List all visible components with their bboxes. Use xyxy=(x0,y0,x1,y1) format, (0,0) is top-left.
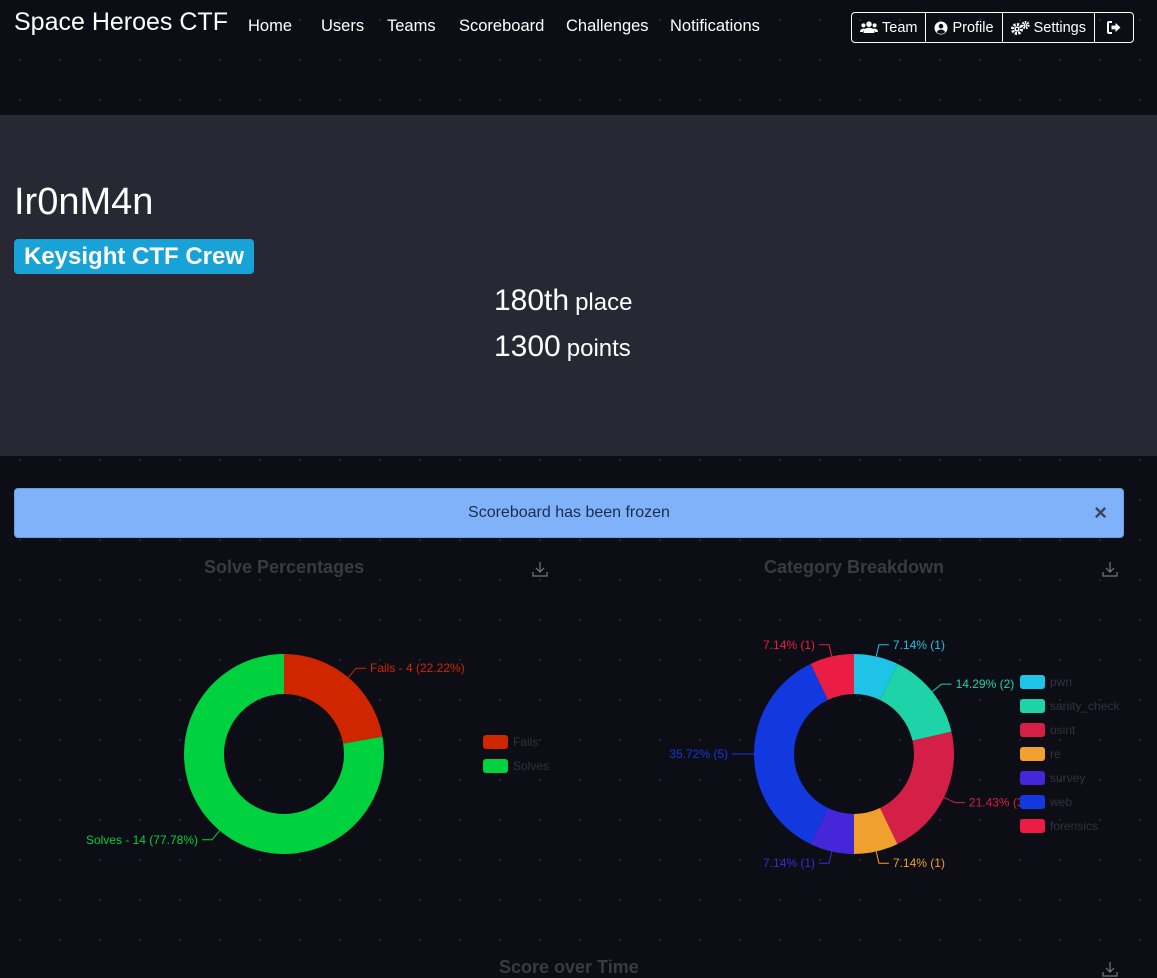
leader-line-osint xyxy=(943,796,965,804)
legend-label-survey[interactable]: survey xyxy=(1050,771,1085,785)
nav-teams[interactable]: Teams xyxy=(387,17,436,36)
data-label-pwn: 7.14% (1) xyxy=(893,638,945,652)
legend-label-re[interactable]: re xyxy=(1050,747,1061,761)
user-button-group: Team Profile Settings xyxy=(851,12,1134,43)
gears-icon xyxy=(1010,20,1030,35)
data-label-sanity-check: 14.29% (2) xyxy=(956,677,1015,691)
leader-line-sanity-check xyxy=(931,683,952,693)
nav-challenges[interactable]: Challenges xyxy=(566,17,649,36)
data-label-web: 35.72% (5) xyxy=(669,747,728,761)
team-button[interactable]: Team xyxy=(852,13,927,42)
legend-swatch-fails[interactable] xyxy=(483,735,508,749)
place-label: place xyxy=(575,289,633,316)
data-label-solves: Solves - 14 (77.78%) xyxy=(86,833,198,847)
team-button-label: Team xyxy=(882,19,918,36)
legend-swatch-pwn[interactable] xyxy=(1020,675,1045,689)
legend-swatch-re[interactable] xyxy=(1020,747,1045,761)
leader-line-solves xyxy=(202,830,221,841)
team-badge[interactable]: Keysight CTF Crew xyxy=(14,239,255,274)
username: Ir0nM4n xyxy=(14,181,154,223)
solve-percentages-chart: Fails - 4 (22.22%) Solves - 14 (77.78%) Fa… xyxy=(86,654,549,854)
data-label-survey: 7.14% (1) xyxy=(763,856,815,870)
data-label-re: 7.14% (1) xyxy=(893,856,945,870)
leader-line-fails xyxy=(347,667,366,678)
points-stat: 1300 points xyxy=(494,330,631,364)
nav-users[interactable]: Users xyxy=(321,17,364,36)
nav-scoreboard[interactable]: Scoreboard xyxy=(459,17,544,36)
data-label-osint: 21.43% (3) xyxy=(969,796,1028,810)
user-circle-icon xyxy=(934,21,948,34)
alert-message: Scoreboard has been frozen xyxy=(468,504,670,521)
legend-swatch-forensics[interactable] xyxy=(1020,819,1045,833)
legend-label-pwn[interactable]: pwn xyxy=(1050,675,1072,689)
legend-label-osint[interactable]: osint xyxy=(1050,723,1076,737)
points-value: 1300 xyxy=(494,330,561,363)
sign-out-icon xyxy=(1106,21,1121,34)
profile-button-label: Profile xyxy=(952,19,994,36)
alert-close-button[interactable]: × xyxy=(1094,500,1107,526)
leader-line-survey xyxy=(819,851,833,864)
category-chart-title: Category Breakdown xyxy=(764,557,945,577)
legend-swatch-solves[interactable] xyxy=(483,759,508,773)
navbar: Space Heroes CTF Home Users Teams Scoreb… xyxy=(0,0,1157,56)
solve-chart-title: Solve Percentages xyxy=(204,557,365,577)
legend-swatch-survey[interactable] xyxy=(1020,771,1045,785)
legend-label-solves[interactable]: Solves xyxy=(513,759,549,773)
legend-label-web[interactable]: web xyxy=(1049,795,1072,809)
legend-swatch-osint[interactable] xyxy=(1020,723,1045,737)
nav-notifications[interactable]: Notifications xyxy=(670,17,760,36)
users-icon xyxy=(860,21,878,33)
place-stat: 180th place xyxy=(494,284,632,318)
legend-label-fails[interactable]: Fails xyxy=(513,735,538,749)
nav-home[interactable]: Home xyxy=(248,17,292,36)
settings-button-label: Settings xyxy=(1033,19,1086,36)
points-label: points xyxy=(566,335,631,362)
category-breakdown-chart: 7.14% (1) 14.29% (2) 21.43% (3) 7.14% (1) 7.… xyxy=(669,638,1120,870)
legend-swatch-sanity-check[interactable] xyxy=(1020,699,1045,713)
solve-chart-download-icon[interactable] xyxy=(531,560,549,578)
data-label-forensics: 7.14% (1) xyxy=(763,638,815,652)
slice-osint[interactable] xyxy=(880,731,954,845)
slice-web[interactable] xyxy=(754,663,828,845)
category-chart-download-icon[interactable] xyxy=(1101,560,1119,578)
leader-line-pwn xyxy=(875,644,889,657)
scoreboard-frozen-alert: Scoreboard has been frozen × xyxy=(14,488,1124,538)
place-value: 180th xyxy=(494,284,570,317)
brand[interactable]: Space Heroes CTF xyxy=(14,8,228,37)
logout-button[interactable] xyxy=(1095,13,1133,42)
legend-label-forensics[interactable]: forensics xyxy=(1050,819,1098,833)
profile-header: Ir0nM4n Keysight CTF Crew 180th place 130… xyxy=(0,115,1157,456)
legend-label-sanity-check[interactable]: sanity_check xyxy=(1050,699,1120,713)
slice-fails[interactable] xyxy=(284,654,383,744)
score-chart-download-icon[interactable] xyxy=(1101,960,1119,978)
data-label-fails: Fails - 4 (22.22%) xyxy=(370,661,465,675)
legend-swatch-web[interactable] xyxy=(1020,795,1045,809)
leader-line-forensics xyxy=(819,644,833,657)
score-chart-title: Score over Time xyxy=(499,957,639,977)
profile-button[interactable]: Profile xyxy=(926,13,1003,42)
leader-line-re xyxy=(875,851,889,864)
settings-button[interactable]: Settings xyxy=(1003,13,1095,42)
